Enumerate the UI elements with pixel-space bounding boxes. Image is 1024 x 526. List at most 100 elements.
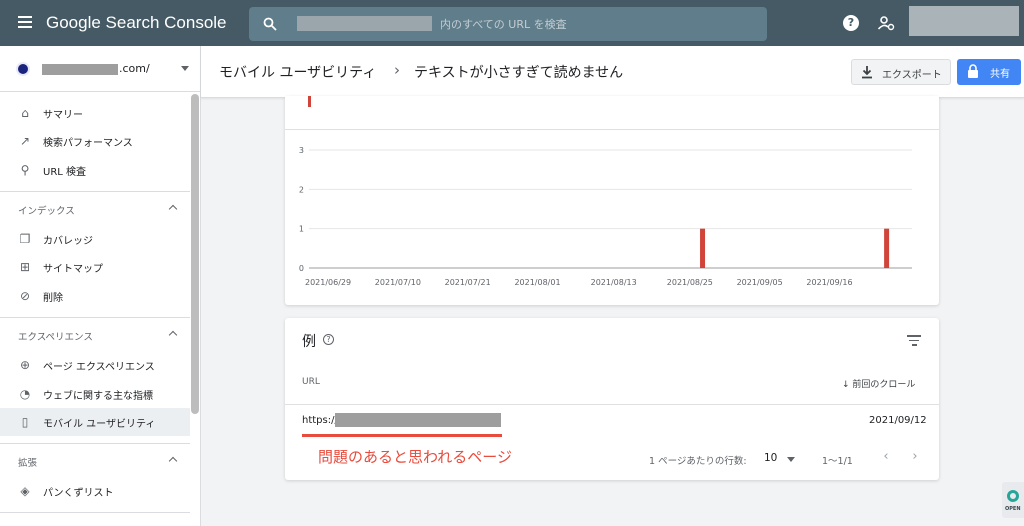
column-header-last-crawl[interactable]: ↓ 前回のクロール	[842, 377, 915, 390]
divider	[0, 443, 190, 444]
chart-y-tick-label: 2	[299, 185, 304, 194]
account-settings-icon[interactable]	[877, 14, 895, 32]
chart-y-tick-label: 0	[299, 264, 304, 273]
chevron-right-icon[interactable]: ›	[907, 449, 923, 465]
table-row[interactable]: https:// 2021/09/12	[285, 405, 939, 435]
sidebar-item-label: ウェブに関する主な指標	[43, 391, 153, 402]
section-header-index[interactable]: インデックス	[0, 194, 190, 224]
pagination-range: 1〜1/1	[822, 456, 853, 467]
sidebar-item-summary[interactable]: ⌂ サマリー	[0, 99, 190, 127]
chevron-left-icon[interactable]: ‹	[878, 449, 894, 465]
chart-bar[interactable]	[700, 228, 706, 268]
sidebar-item-performance[interactable]: ↗ 検索パフォーマンス	[0, 127, 190, 155]
sidebar-item-label: モバイル ユーザビリティ	[43, 419, 156, 430]
row-date: 2021/09/12	[869, 415, 927, 426]
sitemap-icon: ⊞	[19, 260, 31, 274]
chart-x-tick-label: 2021/07/21	[445, 278, 491, 287]
chevron-up-icon	[168, 204, 178, 214]
examples-title: 例	[302, 334, 316, 350]
chart-y-axis: 0 1 2 3	[299, 146, 304, 273]
search-icon: ⚲	[20, 163, 30, 177]
badge-logo-icon	[1007, 490, 1019, 502]
chart-bars	[700, 228, 890, 268]
chevron-up-icon	[168, 330, 178, 340]
phone-icon: ▯	[21, 415, 29, 429]
section-title: 拡張	[18, 458, 38, 469]
chart-x-tick-label: 2021/06/29	[305, 278, 351, 287]
corner-badge[interactable]: OPEN	[1002, 482, 1024, 518]
sidebar-item-core-web-vitals[interactable]: ◔ ウェブに関する主な指標	[0, 380, 190, 408]
rows-per-page-label: 1 ページあたりの行数:	[649, 456, 747, 467]
redacted-domain	[42, 64, 118, 75]
sidebar-item-breadcrumbs[interactable]: ◈ パンくずリスト	[0, 477, 190, 505]
sidebar-item-label: ページ エクスペリエンス	[43, 362, 155, 373]
column-header-url[interactable]: URL	[302, 377, 320, 387]
chart-x-tick-label: 2021/09/05	[737, 278, 783, 287]
help-icon[interactable]: ?	[323, 334, 334, 345]
badge-text: OPEN	[1005, 506, 1021, 512]
filter-icon[interactable]	[907, 335, 921, 346]
plus-circle-icon: ⊕	[19, 358, 31, 372]
menu-icon[interactable]	[18, 16, 32, 28]
section-header-experience[interactable]: エクスペリエンス	[0, 320, 190, 350]
sidebar-item-mobile-usability[interactable]: ▯ モバイル ユーザビリティ	[0, 408, 190, 436]
page-title: テキストが小さすぎて読めません	[414, 65, 624, 81]
search-placeholder: 内のすべての URL を検査	[440, 18, 567, 31]
layers-icon: ◈	[20, 484, 30, 498]
divider	[0, 512, 190, 513]
chart-x-tick-label: 2021/08/25	[667, 278, 713, 287]
download-icon	[862, 66, 872, 79]
breadcrumb-parent[interactable]: モバイル ユーザビリティ	[219, 62, 376, 82]
sidebar-item-page-experience[interactable]: ⊕ ページ エクスペリエンス	[0, 351, 190, 379]
lock-icon	[968, 64, 978, 78]
redacted-url	[335, 413, 501, 427]
share-button[interactable]: 共有	[957, 59, 1021, 85]
chart-x-tick-label: 2021/07/10	[375, 278, 421, 287]
sidebar-item-url-inspection[interactable]: ⚲ URL 検査	[0, 156, 190, 184]
home-icon: ⌂	[21, 106, 29, 120]
chevron-down-icon[interactable]	[787, 457, 795, 462]
app-title[interactable]: Google Search Console	[46, 13, 227, 33]
chart-x-tick-label: 2021/09/16	[806, 278, 852, 287]
divider	[0, 317, 190, 318]
search-box[interactable]: 内のすべての URL を検査	[249, 7, 767, 41]
rows-per-page-select[interactable]: 10	[764, 452, 777, 464]
sidebar-scrollbar[interactable]	[191, 94, 199, 414]
section-title: インデックス	[18, 206, 75, 217]
export-button[interactable]: エクスポート	[851, 59, 951, 85]
top-app-bar: Google Search Console 内のすべての URL を検査 ?	[0, 0, 1024, 46]
section-header-enhancements[interactable]: 拡張	[0, 446, 190, 476]
redacted-user-account[interactable]	[909, 6, 1019, 36]
sidebar-item-sitemap[interactable]: ⊞ サイトマップ	[0, 253, 190, 281]
chart-grid	[309, 149, 912, 269]
sidebar: .com/ ⌂ サマリー ↗ 検索パフォーマンス ⚲ URL 検査 インデックス…	[0, 46, 201, 526]
chart-y-tick-label: 1	[299, 225, 304, 234]
chart-card-top-strip	[285, 96, 939, 130]
sidebar-item-label: URL 検査	[43, 167, 87, 178]
sidebar-item-label: 検索パフォーマンス	[43, 138, 133, 149]
search-icon	[263, 17, 277, 31]
redacted-property-name	[297, 16, 432, 31]
chevron-down-icon	[181, 66, 189, 71]
breadcrumb-separator: ›	[394, 61, 400, 79]
chevron-up-icon	[168, 456, 178, 466]
annotation-underline	[302, 434, 502, 437]
chart-x-tick-label: 2021/08/01	[514, 278, 560, 287]
property-favicon	[16, 62, 30, 76]
help-icon[interactable]: ?	[843, 15, 859, 31]
annotation-text: 問題のあると思われるページ	[318, 448, 512, 466]
sidebar-item-label: 削除	[43, 293, 63, 304]
chart-bar[interactable]	[884, 228, 890, 268]
share-label: 共有	[990, 69, 1010, 80]
trending-icon: ↗	[19, 134, 31, 148]
coverage-icon: ❐	[19, 232, 31, 246]
property-selector[interactable]: .com/	[0, 46, 200, 92]
sidebar-item-label: カバレッジ	[43, 236, 93, 247]
chart-svg: 0123 2021/06/29 2021/07/10 2021/07/21 2021/…	[299, 146, 912, 287]
export-label: エクスポート	[882, 70, 942, 81]
chart-bar-cut	[308, 96, 311, 107]
sidebar-item-coverage[interactable]: ❐ カバレッジ	[0, 225, 190, 253]
row-url: https://	[302, 415, 338, 426]
divider	[0, 191, 190, 192]
sidebar-item-removals[interactable]: ⊘ 削除	[0, 282, 190, 310]
